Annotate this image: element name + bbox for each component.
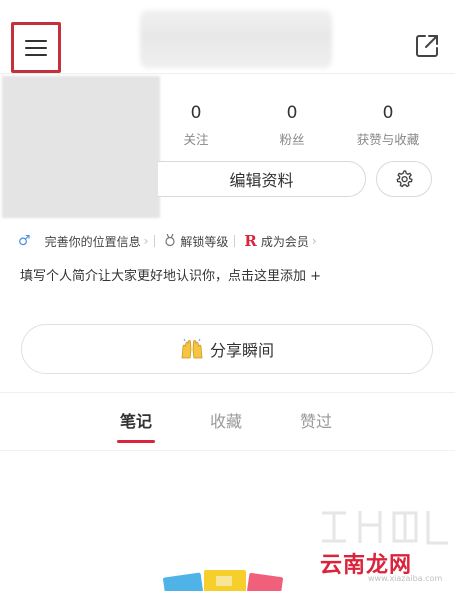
tag-separator — [154, 235, 156, 247]
watermark-logo — [322, 511, 448, 545]
followers-count: 0 — [286, 103, 298, 123]
location-tag[interactable]: 完善你的位置信息 › — [45, 233, 149, 250]
chevron-right-icon: › — [143, 234, 149, 248]
tag-separator — [234, 235, 236, 247]
male-gender-icon: ♂ — [18, 233, 31, 249]
level-tag-label: 解锁等级 — [180, 234, 229, 249]
likes-collects-count: 0 — [382, 103, 394, 123]
share-moment-label: 分享瞬间 — [209, 341, 274, 360]
share-moment-button[interactable]: 分享瞬间 — [21, 324, 433, 374]
empty-notes-illustration-icon — [163, 570, 283, 591]
section-divider — [0, 392, 455, 393]
edit-profile-button[interactable]: 编辑资料 — [158, 161, 366, 197]
vip-tag[interactable]: R 成为会员 › — [244, 232, 316, 250]
tab-collections[interactable]: 收藏 — [196, 410, 256, 434]
top-bar — [0, 0, 455, 74]
tab-liked[interactable]: 赞过 — [286, 410, 346, 434]
stat-likes-collects[interactable]: 0 获赞与收藏 — [333, 102, 443, 148]
vip-tag-label: 成为会员 — [260, 234, 309, 249]
following-label: 关注 — [183, 132, 209, 147]
medal-icon — [164, 233, 176, 250]
followers-label: 粉丝 — [279, 132, 305, 147]
stat-following[interactable]: 0 关注 — [141, 102, 251, 148]
gear-icon — [396, 170, 413, 188]
watermark-url: www.xiazaiba.com — [368, 574, 443, 583]
hamburger-menu-icon — [25, 39, 47, 56]
external-share-icon — [416, 35, 438, 57]
location-tag-label: 完善你的位置信息 — [44, 234, 141, 249]
bio-prompt[interactable]: 填写个人简介让大家更好地认识你，点击这里添加 + — [20, 267, 321, 287]
vip-r-icon: R — [244, 232, 257, 250]
avatar[interactable] — [2, 76, 160, 218]
chevron-right-icon: › — [311, 234, 317, 248]
raised-hands-icon — [181, 338, 203, 359]
share-profile-button[interactable] — [413, 32, 441, 60]
profile-tags: ♂ 完善你的位置信息 › 解锁等级 R 成为会员 › — [18, 230, 317, 252]
tab-notes[interactable]: 笔记 — [106, 410, 166, 434]
menu-button[interactable] — [11, 22, 61, 73]
active-tab-indicator — [117, 440, 155, 443]
settings-button[interactable] — [376, 161, 432, 197]
tabs-divider — [0, 450, 455, 451]
following-count: 0 — [190, 103, 202, 123]
stat-followers[interactable]: 0 粉丝 — [237, 102, 347, 148]
likes-collects-label: 获赞与收藏 — [356, 132, 420, 147]
level-tag[interactable]: 解锁等级 — [164, 233, 228, 250]
username-redacted — [140, 10, 332, 68]
